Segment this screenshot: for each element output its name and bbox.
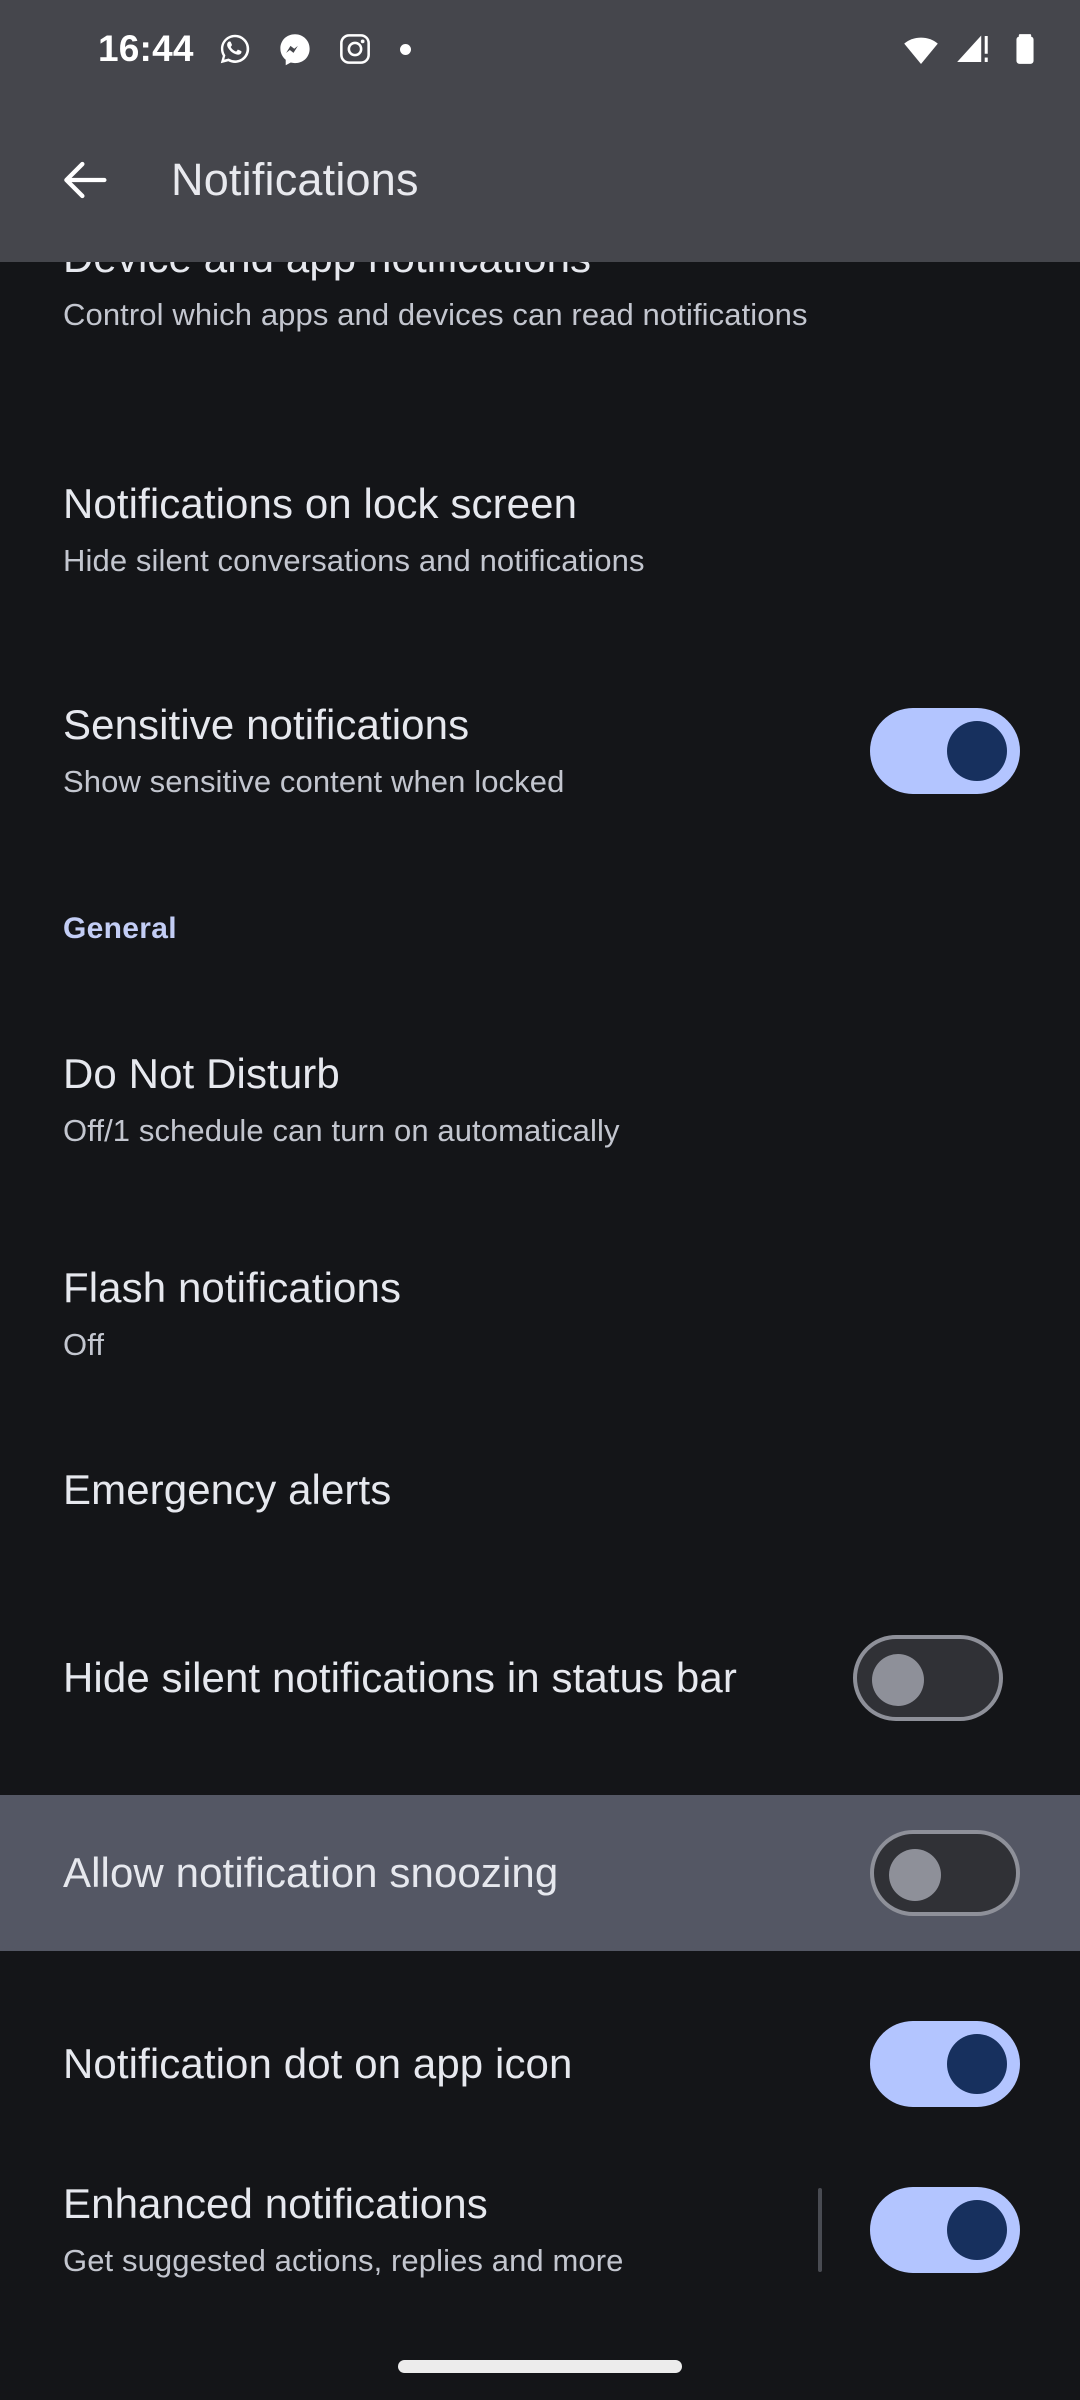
- toggle-hide-silent-notifications[interactable]: [853, 1635, 1003, 1721]
- row-emergency-alerts[interactable]: Emergency alerts: [0, 1432, 1080, 1548]
- row-text-block: Sensitive notifications Show sensitive c…: [63, 701, 870, 800]
- row-subtitle: Control which apps and devices can read …: [63, 297, 808, 333]
- row-divider: [818, 2188, 822, 2272]
- row-title: Allow notification snoozing: [63, 1849, 559, 1897]
- toggle-knob: [889, 1849, 941, 1901]
- row-text-block: Do Not Disturb Off/1 schedule can turn o…: [63, 1050, 1020, 1149]
- battery-icon: [1006, 30, 1044, 68]
- page-title: Notifications: [171, 154, 419, 205]
- toggle-knob: [947, 2034, 1007, 2094]
- row-title: Flash notifications: [63, 1264, 402, 1312]
- row-title: Hide silent notifications in status bar: [63, 1654, 737, 1702]
- status-bar: 16:44: [0, 0, 1080, 98]
- row-notifications-on-lock-screen[interactable]: Notifications on lock screen Hide silent…: [0, 460, 1080, 600]
- status-bar-left: 16:44: [98, 28, 411, 70]
- whatsapp-icon: [216, 30, 254, 68]
- row-hide-silent-notifications-in-status-bar[interactable]: Hide silent notifications in status bar: [0, 1590, 1080, 1766]
- toggle-knob: [872, 1654, 924, 1706]
- toggle-knob: [947, 721, 1007, 781]
- cellular-signal-warning-icon: [954, 30, 992, 68]
- row-subtitle: Off/1 schedule can turn on automatically: [63, 1113, 620, 1149]
- row-text-block: Notification dot on app icon: [63, 2040, 870, 2087]
- row-title: Notification dot on app icon: [63, 2040, 573, 2088]
- back-button[interactable]: [46, 141, 124, 219]
- back-arrow-icon: [64, 161, 107, 199]
- row-subtitle: Off: [63, 1327, 105, 1363]
- home-indicator[interactable]: [398, 2360, 682, 2373]
- row-text-block: Enhanced notifications Get suggested act…: [63, 2180, 818, 2279]
- row-title: Sensitive notifications: [63, 701, 470, 749]
- row-title: Notifications on lock screen: [63, 480, 578, 528]
- settings-list[interactable]: Device and app notifications Control whi…: [0, 0, 1080, 2400]
- toggle-enhanced-notifications[interactable]: [870, 2187, 1020, 2273]
- toggle-sensitive-notifications[interactable]: [870, 708, 1020, 794]
- messenger-icon: [276, 30, 314, 68]
- row-title: Enhanced notifications: [63, 2180, 488, 2228]
- row-text-block: Flash notifications Off: [63, 1264, 1020, 1363]
- row-enhanced-notifications[interactable]: Enhanced notifications Get suggested act…: [0, 2168, 1080, 2292]
- status-bar-clock: 16:44: [98, 28, 194, 69]
- row-allow-notification-snoozing[interactable]: Allow notification snoozing: [0, 1795, 1080, 1951]
- row-subtitle: Show sensitive content when locked: [63, 764, 565, 800]
- notifications-settings-screen: Device and app notifications Control whi…: [0, 0, 1080, 2400]
- toggle-allow-notification-snoozing[interactable]: [870, 1830, 1020, 1916]
- row-text-block: Hide silent notifications in status bar: [63, 1654, 853, 1701]
- row-sensitive-notifications[interactable]: Sensitive notifications Show sensitive c…: [0, 676, 1080, 826]
- toggle-notification-dot-on-app-icon[interactable]: [870, 2021, 1020, 2107]
- more-notifications-dot-icon: [399, 43, 411, 55]
- row-notification-dot-on-app-icon[interactable]: Notification dot on app icon: [0, 2000, 1080, 2128]
- row-text-block: Emergency alerts: [63, 1466, 1020, 1513]
- row-subtitle: Get suggested actions, replies and more: [63, 2243, 624, 2279]
- row-title: Emergency alerts: [63, 1466, 392, 1514]
- toggle-knob: [947, 2200, 1007, 2260]
- instagram-icon: [336, 30, 374, 68]
- row-subtitle: Hide silent conversations and notificati…: [63, 543, 645, 579]
- row-title: Do Not Disturb: [63, 1050, 340, 1098]
- row-flash-notifications[interactable]: Flash notifications Off: [0, 1244, 1080, 1384]
- row-text-block: Allow notification snoozing: [63, 1849, 870, 1896]
- app-bar: 16:44 Notifications: [0, 0, 1080, 262]
- app-bar-title-row: Notifications: [0, 98, 1080, 262]
- section-header-general: General: [63, 912, 177, 945]
- row-text-block: Notifications on lock screen Hide silent…: [63, 480, 1020, 579]
- status-bar-right: [902, 30, 1044, 68]
- wifi-icon: [902, 30, 940, 68]
- row-do-not-disturb[interactable]: Do Not Disturb Off/1 schedule can turn o…: [0, 1030, 1080, 1170]
